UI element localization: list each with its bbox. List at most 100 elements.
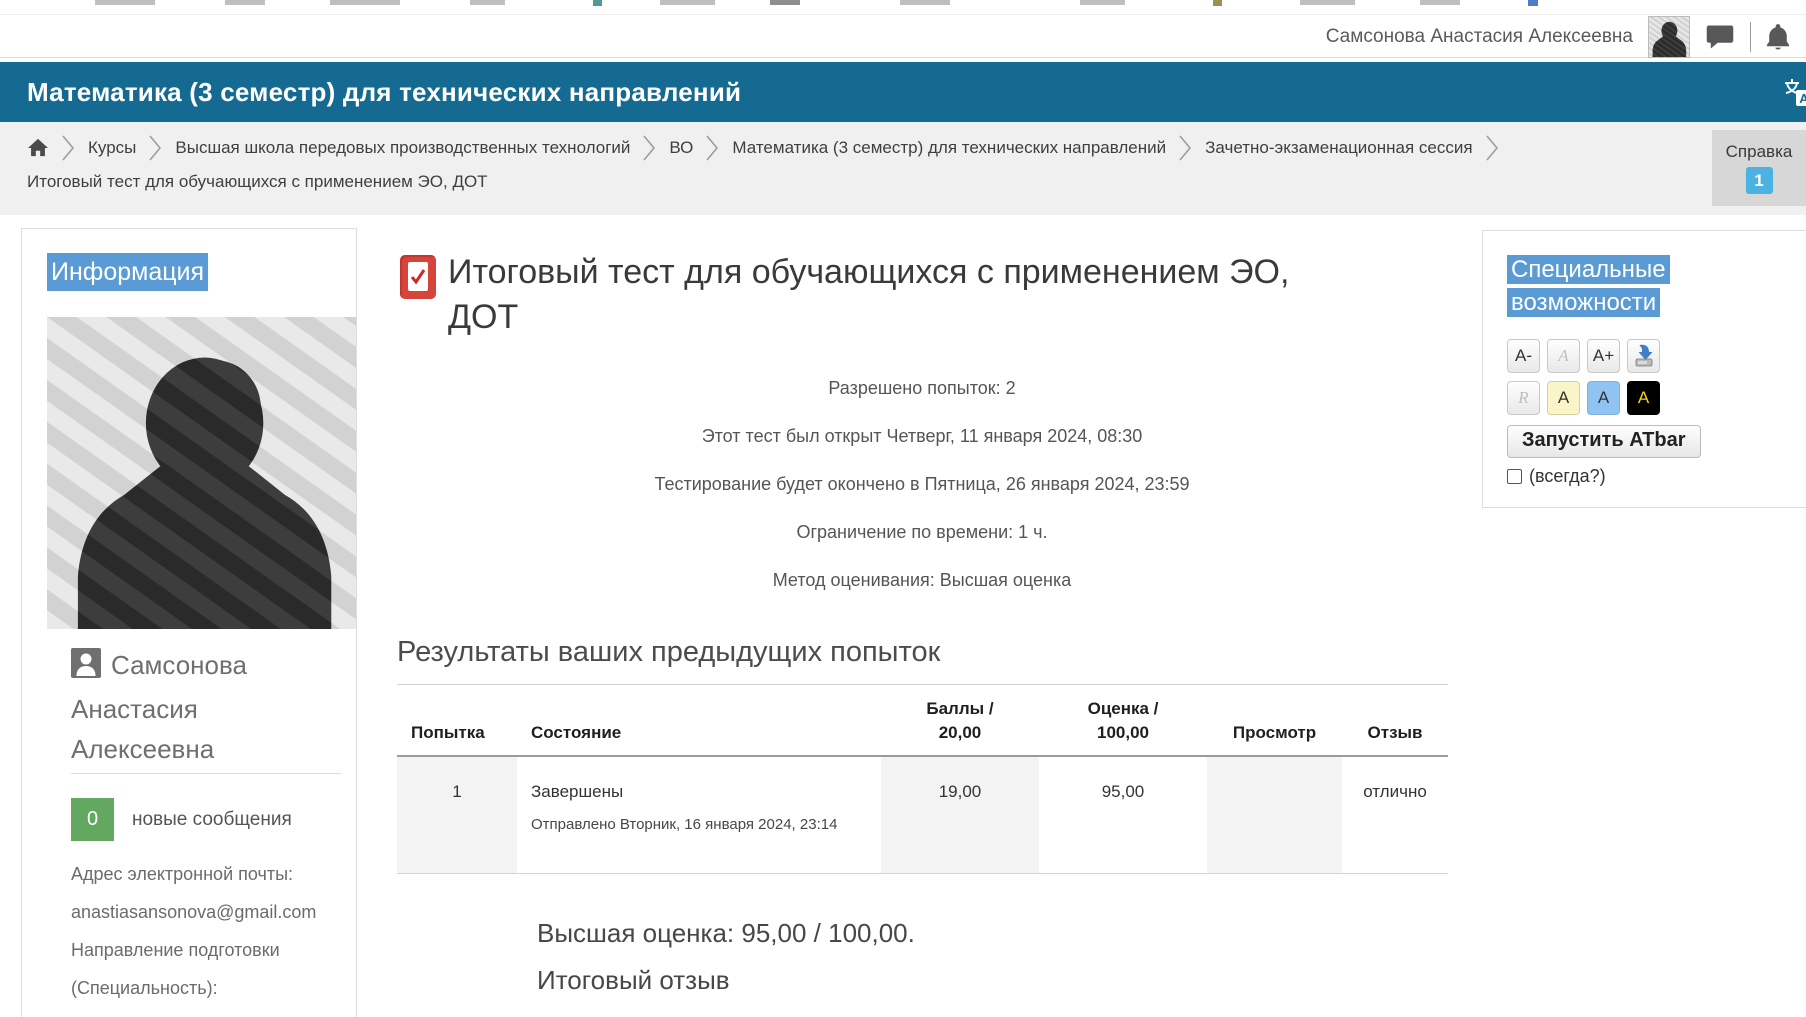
breadcrumb: Курсы Высшая школа передовых производств… [0, 122, 1806, 215]
speciality-label: Направление подготовки (Специальность): [71, 931, 323, 1007]
always-label: (всегда?) [1529, 466, 1606, 487]
quiz-title: Итоговый тест для обучающихся с применен… [448, 250, 1298, 340]
font-size-buttons-row: A- A A+ [1507, 339, 1806, 373]
quiz-title-row: Итоговый тест для обучающихся с применен… [397, 250, 1447, 340]
translate-icon[interactable]: A [1783, 77, 1806, 107]
col-grade: Оценка / 100,00 [1039, 685, 1207, 757]
help-count-badge: 1 [1746, 167, 1773, 194]
breadcrumb-current-page: Итоговый тест для обучающихся с применен… [0, 162, 1806, 192]
revert-scheme-button[interactable]: R [1507, 381, 1540, 415]
attempt-feedback-cell: отлично [1342, 756, 1448, 873]
quiz-info-opened: Этот тест был открыт Четверг, 11 января … [397, 412, 1447, 460]
favicon-fragment [1528, 0, 1538, 6]
breadcrumb-item-session[interactable]: Зачетно-экзаменационная сессия [1205, 138, 1472, 158]
messages-icon[interactable] [1705, 23, 1735, 51]
new-messages-label[interactable]: новые сообщения [132, 809, 292, 831]
attempt-grade-cell: 95,00 [1039, 756, 1207, 873]
breadcrumb-item-vo[interactable]: ВО [669, 138, 693, 158]
bookmark-fragment [900, 0, 950, 5]
attempt-submitted-detail: Отправлено Вторник, 16 января 2024, 23:1… [531, 811, 861, 838]
bookmark-fragment [1420, 0, 1460, 5]
profile-details: Адрес электронной почты: anastiasansonov… [71, 855, 323, 1017]
bookmark-fragment [470, 0, 505, 5]
font-default-button[interactable]: A [1547, 339, 1580, 373]
favicon-fragment [593, 0, 602, 6]
final-feedback-heading: Итоговый отзыв [537, 963, 1447, 997]
chevron-right-icon [148, 134, 163, 162]
scheme-contrast-button[interactable]: A [1627, 381, 1660, 415]
info-panel: Информация Самсонова Анастасия Алексеевн… [21, 228, 357, 1017]
user-top-bar: Самсонова Анастасия Алексеевна [0, 16, 1806, 58]
panel-divider [71, 773, 341, 774]
quiz-summary-page: { "top_bar": { "user_name": "Самсонова А… [0, 0, 1806, 1017]
breadcrumb-item-school[interactable]: Высшая школа передовых производственных … [175, 138, 630, 158]
svg-text:A: A [1799, 91, 1806, 106]
bookmark-fragment [660, 0, 715, 5]
quiz-icon [400, 255, 436, 299]
col-marks: Баллы / 20,00 [881, 685, 1039, 757]
profile-name-row: Самсонова Анастасия Алексеевна [71, 645, 301, 769]
quiz-icon-page [408, 262, 428, 291]
avatar[interactable] [1648, 16, 1690, 58]
profile-photo [47, 317, 356, 629]
accessibility-panel: Специальные возможности A- A A+ R A A A … [1482, 230, 1806, 508]
save-icon [1633, 344, 1655, 368]
launch-atbar-button[interactable]: Запустить ATbar [1507, 425, 1701, 458]
attempt-state-cell: Завершены Отправлено Вторник, 16 января … [517, 756, 881, 873]
quiz-info-closes: Тестирование будет окончено в Пятница, 2… [397, 460, 1447, 508]
results-heading: Результаты ваших предыдущих попыток [397, 634, 1447, 670]
user-icon [71, 648, 101, 689]
course-header: Математика (3 семестр) для технических н… [0, 62, 1806, 122]
help-label: Справка [1712, 142, 1806, 162]
always-checkbox[interactable] [1507, 469, 1522, 484]
avatar-silhouette-icon [1649, 17, 1689, 57]
breadcrumb-item-courses[interactable]: Курсы [88, 138, 136, 158]
help-block[interactable]: Справка 1 [1712, 130, 1806, 206]
messages-row: 0 новые сообщения [71, 798, 356, 841]
font-decrease-button[interactable]: A- [1507, 339, 1540, 373]
chevron-right-icon [642, 134, 657, 162]
font-increase-button[interactable]: A+ [1587, 339, 1620, 373]
attempts-table-header-row: Попытка Состояние Баллы / 20,00 Оценка /… [397, 685, 1448, 757]
accessibility-title: Специальные возможности [1507, 253, 1692, 319]
chevron-right-icon [1485, 134, 1500, 162]
quiz-info-block: Разрешено попыток: 2 Этот тест был откры… [397, 364, 1447, 604]
atbar-always-row: (всегда?) [1507, 466, 1806, 487]
col-feedback: Отзыв [1342, 685, 1448, 757]
new-messages-badge: 0 [71, 798, 114, 841]
main-content: Итоговый тест для обучающихся с применен… [397, 215, 1447, 997]
bookmark-fragment [1300, 0, 1355, 5]
breadcrumb-row-1: Курсы Высшая школа передовых производств… [0, 122, 1806, 162]
attempts-table: Попытка Состояние Баллы / 20,00 Оценка /… [397, 684, 1448, 874]
quiz-info-attempts: Разрешено попыток: 2 [397, 364, 1447, 412]
save-settings-button[interactable] [1627, 339, 1660, 373]
quiz-info-grading-method: Метод оценивания: Высшая оценка [397, 556, 1447, 604]
notifications-bell-icon[interactable] [1766, 22, 1790, 52]
attempt-row: 1 Завершены Отправлено Вторник, 16 январ… [397, 756, 1448, 873]
col-attempt: Попытка [397, 685, 517, 757]
study-form-label: Форма обучения: [71, 1007, 323, 1017]
email-value: anastiasansonova@gmail.com [71, 893, 323, 931]
bookmark-fragment [330, 0, 400, 5]
bookmark-fragment [770, 0, 800, 5]
course-title: Математика (3 семестр) для технических н… [0, 77, 741, 108]
attempt-marks-cell: 19,00 [881, 756, 1039, 873]
scheme-yellow-button[interactable]: A [1547, 381, 1580, 415]
scheme-blue-button[interactable]: A [1587, 381, 1620, 415]
attempt-state: Завершены [531, 779, 875, 805]
user-name-link[interactable]: Самсонова Анастасия Алексеевна [1326, 26, 1633, 48]
toolbar-divider [1750, 22, 1751, 52]
bookmark-fragment [1080, 0, 1125, 5]
favicon-fragment [1213, 0, 1222, 6]
home-icon[interactable] [27, 138, 49, 158]
bookmark-fragment [95, 0, 155, 5]
chevron-right-icon [1178, 134, 1193, 162]
chevron-right-icon [61, 134, 76, 162]
quiz-info-timelimit: Ограничение по времени: 1 ч. [397, 508, 1447, 556]
best-grade-text: Высшая оценка: 95,00 / 100,00. [537, 916, 1447, 950]
breadcrumb-item-course[interactable]: Математика (3 семестр) для технических н… [732, 138, 1166, 158]
info-panel-title: Информация [47, 253, 208, 291]
chevron-right-icon [705, 134, 720, 162]
col-review: Просмотр [1207, 685, 1342, 757]
col-state: Состояние [517, 685, 881, 757]
